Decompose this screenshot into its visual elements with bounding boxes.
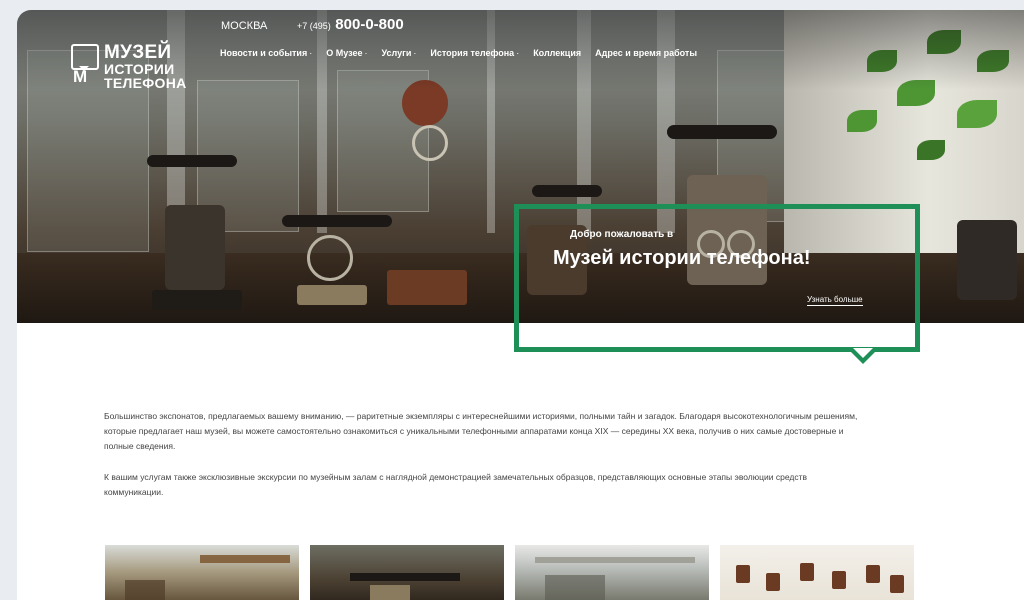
logo-line-3: ТЕЛЕФОНА (104, 75, 187, 91)
welcome-subtitle: Добро пожаловать в (570, 229, 674, 240)
intro-paragraph-1: Большинство экспонатов, предлагаемых ваш… (104, 411, 858, 451)
dropdown-dot-icon: · (364, 48, 368, 58)
city-selector[interactable]: МОСКВА (221, 20, 267, 32)
nav-item-address[interactable]: Адрес и время работы (595, 48, 697, 58)
nav-item-history[interactable]: История телефона · (430, 48, 519, 58)
nav-item-services[interactable]: Услуги · (381, 48, 416, 58)
nav-item-news[interactable]: Новости и события · (220, 48, 312, 58)
logo-mark-letter: М (73, 67, 88, 86)
gallery-thumbnail-2[interactable] (310, 545, 504, 600)
main-nav: Новости и события · О Музее · Услуги · Исто… (220, 48, 711, 58)
dropdown-dot-icon: · (516, 48, 520, 58)
welcome-title: Музей истории телефона! (553, 247, 811, 269)
welcome-frame (514, 204, 920, 364)
phone-number: 800-0-800 (335, 16, 404, 33)
nav-item-about[interactable]: О Музее · (326, 48, 367, 58)
intro-paragraph-2: К вашим услугам также эксклюзивные экску… (104, 472, 807, 497)
learn-more-link[interactable]: Узнать больше (807, 295, 863, 306)
header-phone[interactable]: +7 (495) 800-0-800 (297, 16, 404, 33)
nav-item-collection[interactable]: Коллекция (533, 48, 581, 58)
dropdown-dot-icon: · (413, 48, 417, 58)
dropdown-dot-icon: · (309, 48, 313, 58)
gallery-thumbnail-3[interactable] (515, 545, 709, 600)
museum-homepage: М МУЗЕЙ ИСТОРИИ ТЕЛЕФОНА МОСКВА +7 (495)… (17, 10, 1024, 600)
phone-prefix: +7 (495) (297, 21, 331, 31)
gallery-thumbnail-4[interactable] (720, 545, 914, 600)
museum-logo[interactable]: М МУЗЕЙ ИСТОРИИ ТЕЛЕФОНА (71, 42, 191, 92)
gallery-thumbnail-1[interactable] (105, 545, 299, 600)
